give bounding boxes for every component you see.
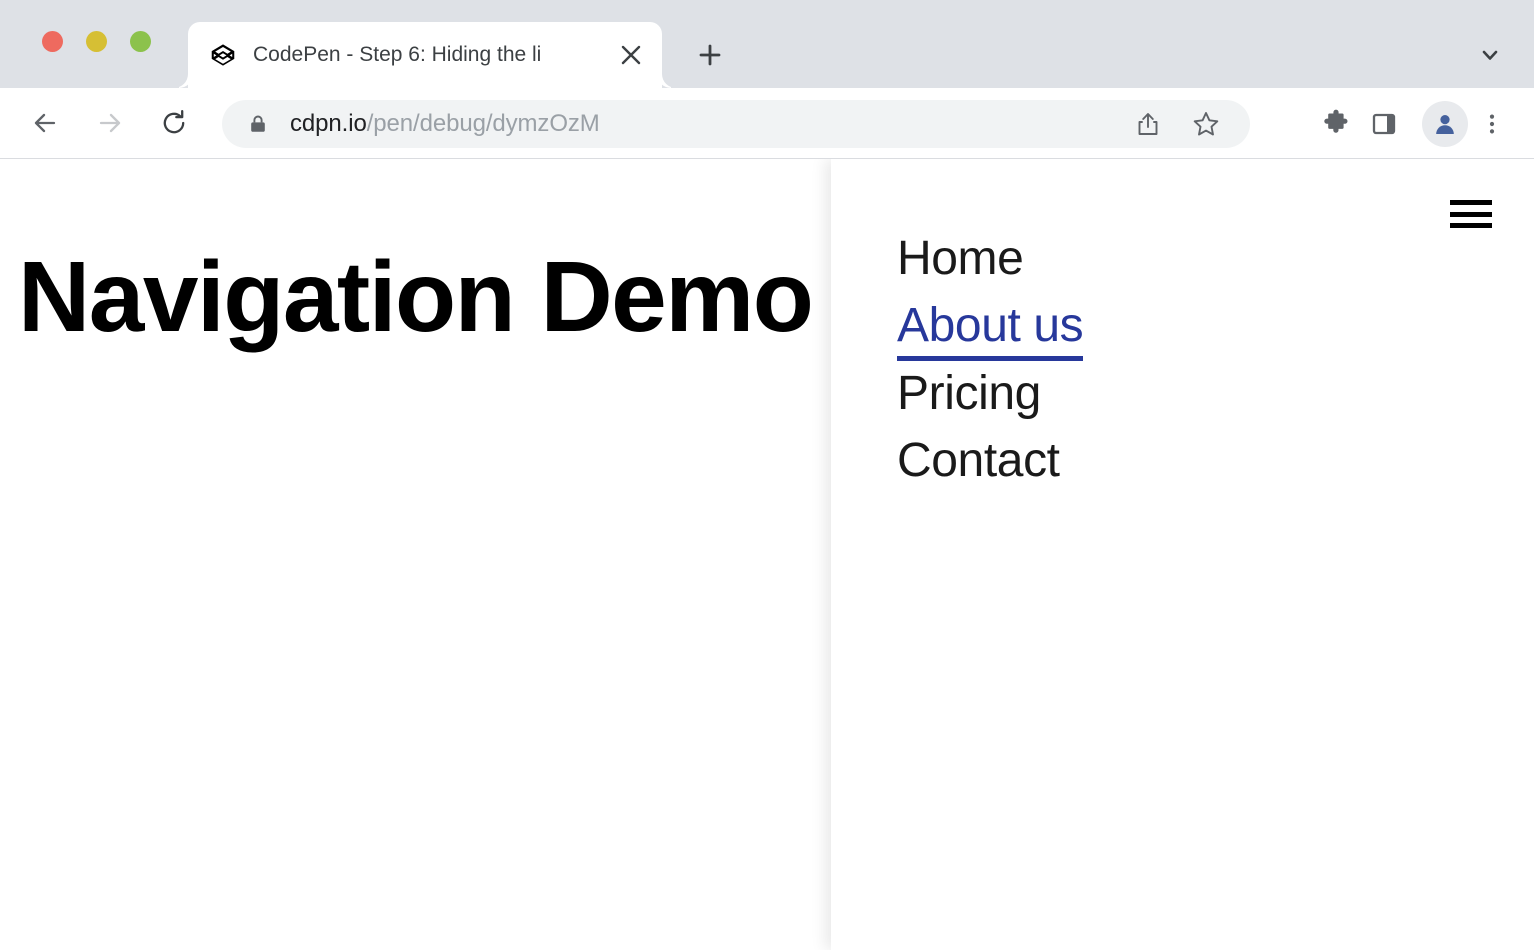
address-bar[interactable]: cdpn.io/pen/debug/dymzOzM (222, 100, 1250, 148)
tab-strip: CodePen - Step 6: Hiding the li (0, 0, 1534, 88)
hamburger-bar (1450, 212, 1492, 217)
browser-toolbar: cdpn.io/pen/debug/dymzOzM (0, 88, 1534, 159)
tab-title: CodePen - Step 6: Hiding the li (253, 43, 614, 67)
url-host: cdpn.io (290, 110, 367, 137)
codepen-icon (210, 42, 236, 68)
back-button[interactable] (22, 100, 68, 146)
close-icon (620, 44, 642, 66)
bookmark-button[interactable] (1186, 104, 1226, 144)
chevron-down-icon (1479, 44, 1501, 66)
omnibox-actions (1128, 104, 1250, 144)
list-item: About us (897, 293, 1083, 361)
minimize-window-button[interactable] (86, 31, 107, 52)
hamburger-menu-icon[interactable] (1450, 197, 1492, 231)
list-item: Pricing (897, 361, 1083, 428)
close-tab-button[interactable] (614, 38, 648, 72)
url-path: /pen/debug/dymzOzM (367, 110, 600, 137)
arrow-left-icon (30, 108, 60, 138)
extensions-button[interactable] (1312, 100, 1360, 148)
reload-icon (159, 108, 189, 138)
hamburger-bar (1450, 223, 1492, 228)
list-item: Home (897, 226, 1083, 293)
lock-icon (248, 114, 268, 134)
close-window-button[interactable] (42, 31, 63, 52)
star-icon (1192, 110, 1220, 138)
forward-button[interactable] (87, 100, 133, 146)
window-controls (42, 31, 151, 52)
browser-menu-button[interactable] (1468, 100, 1516, 148)
share-button[interactable] (1128, 104, 1168, 144)
avatar-icon (1431, 110, 1459, 138)
nav-link-home[interactable]: Home (897, 226, 1023, 293)
maximize-window-button[interactable] (130, 31, 151, 52)
share-icon (1135, 111, 1161, 137)
more-vertical-icon (1480, 112, 1504, 136)
browser-window: CodePen - Step 6: Hiding the li (0, 0, 1534, 950)
new-tab-button[interactable] (688, 33, 732, 77)
side-panel-icon (1371, 111, 1397, 137)
page-viewport: Navigation Demo Home About us Pricing Co… (0, 159, 1534, 950)
profile-button[interactable] (1422, 101, 1468, 147)
list-item: Contact (897, 428, 1083, 495)
nav-link-pricing[interactable]: Pricing (897, 361, 1041, 428)
nav-link-contact[interactable]: Contact (897, 428, 1060, 495)
browser-tab-active[interactable]: CodePen - Step 6: Hiding the li (188, 22, 662, 88)
side-panel-button[interactable] (1360, 100, 1408, 148)
navigation-panel: Home About us Pricing Contact (831, 159, 1534, 950)
reload-button[interactable] (151, 100, 197, 146)
puzzle-icon (1321, 109, 1351, 139)
plus-icon (697, 42, 723, 68)
tab-search-button[interactable] (1468, 33, 1512, 77)
arrow-right-icon (95, 108, 125, 138)
nav-list: Home About us Pricing Contact (897, 226, 1083, 495)
toolbar-right-actions (1312, 88, 1534, 159)
hamburger-bar (1450, 200, 1492, 205)
nav-link-about-us[interactable]: About us (897, 293, 1083, 361)
page-title: Navigation Demo (18, 247, 812, 347)
address-bar-text: cdpn.io/pen/debug/dymzOzM (290, 110, 600, 138)
